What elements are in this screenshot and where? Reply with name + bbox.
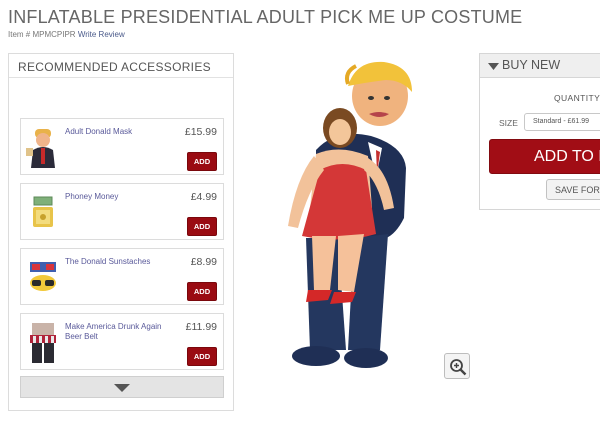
item-number-line: Item # MPMCPIPR Write Review — [8, 30, 125, 39]
accessory-card: Phoney Money £4.99 ADD — [20, 183, 224, 240]
write-review-link[interactable]: Write Review — [78, 30, 125, 39]
add-button[interactable]: ADD — [187, 152, 217, 171]
buy-new-header[interactable]: BUY NEW — [480, 54, 600, 78]
add-button[interactable]: ADD — [187, 217, 217, 236]
accessory-card: Adult Donald Mask £15.99 ADD — [20, 118, 224, 175]
quantity-label: QUANTITY — [554, 93, 600, 103]
accessory-price: £4.99 — [190, 191, 217, 203]
accessory-name[interactable]: Make America Drunk Again Beer Belt — [65, 322, 175, 342]
accessory-card: Make America Drunk Again Beer Belt £11.9… — [20, 313, 224, 370]
buy-new-label: BUY NEW — [502, 58, 561, 72]
money-thumb[interactable] — [26, 191, 60, 233]
product-image[interactable] — [276, 58, 436, 376]
recommended-accessories-panel: RECOMMENDED ACCESSORIES Adult Donald Mas… — [8, 53, 234, 411]
chevron-down-icon — [488, 63, 499, 70]
size-select[interactable]: Standard - £61.99 — [524, 113, 600, 131]
accessory-price: £11.99 — [185, 321, 217, 333]
zoom-button[interactable] — [444, 353, 470, 379]
accessory-price: £8.99 — [190, 256, 217, 268]
carousel-scroll-down-button[interactable] — [20, 376, 224, 398]
buy-panel: BUY NEW QUANTITY SIZE Standard - £61.99 … — [479, 53, 600, 210]
accessory-card: The Donald Sunstaches £8.99 ADD — [20, 248, 224, 305]
accessory-price: £15.99 — [184, 126, 217, 138]
add-button[interactable]: ADD — [187, 282, 217, 301]
mask-thumb[interactable] — [26, 126, 60, 168]
chevron-down-icon — [114, 384, 130, 392]
add-button[interactable]: ADD — [187, 347, 217, 366]
product-title: INFLATABLE PRESIDENTIAL ADULT PICK ME UP… — [8, 7, 523, 27]
recommended-heading: RECOMMENDED ACCESSORIES — [9, 54, 233, 78]
item-number: Item # MPMCPIPR — [8, 30, 76, 39]
add-to-bag-button[interactable]: ADD TO B — [489, 139, 600, 174]
sunglasses-thumb[interactable] — [26, 256, 60, 298]
save-for-later-button[interactable]: SAVE FOR — [546, 179, 600, 200]
accessory-name[interactable]: Adult Donald Mask — [65, 127, 175, 137]
accessory-name[interactable]: Phoney Money — [65, 192, 175, 202]
accessory-name[interactable]: The Donald Sunstaches — [65, 257, 175, 267]
magnifier-plus-icon — [450, 359, 467, 376]
size-label: SIZE — [499, 118, 518, 128]
beer-belt-thumb[interactable] — [26, 321, 60, 363]
